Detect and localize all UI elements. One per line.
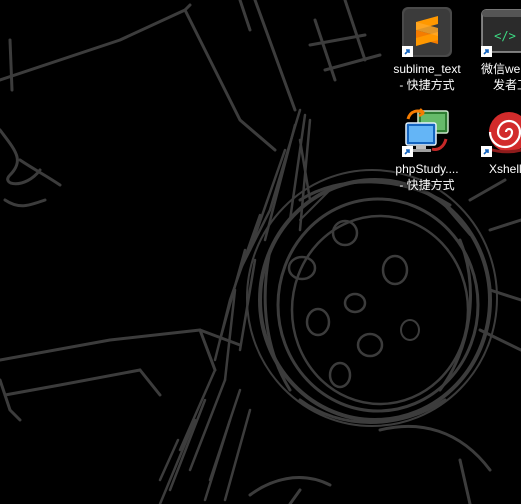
desktop-icon-wechat-devtools[interactable]: </> 微信web开 发者工具 [467,4,521,93]
shortcut-arrow-icon [402,146,413,157]
xshell-icon [481,107,521,157]
sublime-text-icon [402,7,452,57]
desktop-icon-label: Xshell 5 [489,162,521,176]
desktop-icon-xshell[interactable]: Xshell 5 [467,104,521,177]
shortcut-arrow-icon [481,146,492,157]
shortcut-arrow-icon [481,46,492,57]
phpstudy-icon [402,107,452,157]
desktop-icon-label: 微信web开 发者工具 [481,62,521,92]
svg-text:</>: </> [494,29,516,43]
desktop-icon-sublime-text[interactable]: sublime_text - 快捷方式 [388,4,466,93]
wechat-devtools-icon: </> [481,7,521,57]
desktop: sublime_text - 快捷方式 </> 微信web开 发者工具 [0,0,521,504]
desktop-icon-label: sublime_text - 快捷方式 [393,62,461,92]
desktop-icon-phpstudy[interactable]: phpStudy.... - 快捷方式 [388,104,466,193]
desktop-icon-label: phpStudy.... - 快捷方式 [395,162,459,192]
shortcut-arrow-icon [402,46,413,57]
